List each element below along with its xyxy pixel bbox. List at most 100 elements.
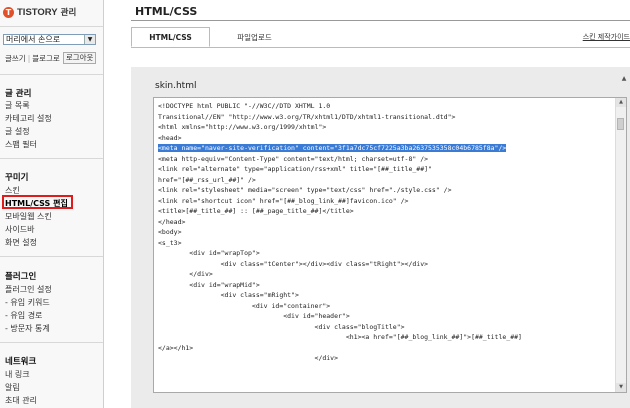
section-title-posts: 글 관리: [5, 89, 32, 99]
main-content: HTML/CSS HTML/CSS 파일업로드 스킨 제작가이드 skin.ht…: [104, 0, 630, 408]
code-line-text: Transitional//EN" "http://www.w3.org/TR/…: [158, 112, 456, 121]
sidebar-item-invite-management[interactable]: 초대 관리: [5, 395, 37, 406]
code-line[interactable]: <div class="mRight">: [158, 290, 614, 301]
code-line[interactable]: </div>: [158, 269, 614, 280]
code-line[interactable]: <link rel="alternate" type="application/…: [158, 164, 614, 175]
divider: [0, 74, 103, 75]
write-link[interactable]: 글쓰기: [5, 53, 26, 64]
scrollbar[interactable]: ▲ ▼: [615, 98, 626, 392]
code-line-text: <s_t3>: [158, 238, 182, 247]
brand-logo[interactable]: T TISTORY 관리: [3, 5, 76, 19]
code-line[interactable]: <link rel="shortcut icon" href="[##_blog…: [158, 196, 614, 207]
code-line[interactable]: Transitional//EN" "http://www.w3.org/TR/…: [158, 112, 614, 123]
code-line[interactable]: <head>: [158, 133, 614, 144]
code-text[interactable]: <!DOCTYPE html PUBLIC "-//W3C//DTD XHTML…: [158, 101, 614, 364]
code-line[interactable]: <div id="header">: [158, 311, 614, 322]
sidebar-item-inbound-referrers[interactable]: - 유입 경로: [5, 310, 42, 321]
sidebar-item-inbound-keywords[interactable]: - 유입 키워드: [5, 297, 50, 308]
code-line[interactable]: <meta http-equiv="Content-Type" content=…: [158, 154, 614, 165]
code-line[interactable]: <!DOCTYPE html PUBLIC "-//W3C//DTD XHTML…: [158, 101, 614, 112]
scroll-up-icon[interactable]: ▲: [616, 98, 626, 107]
divider: [0, 26, 103, 27]
code-line-text: </div>: [158, 270, 213, 278]
code-line-text: href="[##_rss_url_##]" />: [158, 175, 256, 184]
code-line-text: <head>: [158, 133, 182, 142]
code-line-text: <div id="wrapTop">: [158, 249, 260, 257]
tistory-logo-icon: T: [3, 6, 14, 18]
code-line-text: <meta http-equiv="Content-Type" content=…: [158, 154, 429, 163]
code-line-text: <link rel="shortcut icon" href="[##_blog…: [158, 196, 409, 205]
scroll-thumb[interactable]: [617, 118, 624, 130]
brand-sub: 관리: [60, 8, 77, 18]
code-line[interactable]: </head>: [158, 217, 614, 228]
section-title-plugins: 플러그인: [5, 272, 37, 282]
tab-bar: HTML/CSS 파일업로드 스킨 제작가이드: [131, 27, 630, 48]
sidebar-item-notifications[interactable]: 알림: [5, 382, 20, 393]
sidebar-item-screen-settings[interactable]: 화면 설정: [5, 237, 37, 248]
code-line-text: <div class="mRight">: [158, 291, 299, 299]
code-line-text: <link rel="alternate" type="application/…: [158, 165, 432, 173]
sidebar-item-post-settings[interactable]: 글 설정: [5, 126, 30, 137]
code-line-text: <html xmlns="http://www.w3.org/1999/xhtm…: [158, 123, 327, 131]
sidebar-item-category-settings[interactable]: 카테고리 설정: [5, 113, 52, 124]
logout-button[interactable]: 로그아웃: [62, 52, 97, 64]
blog-select-value: 머리에서 손으로: [6, 35, 61, 44]
sidebar-item-spam-filter[interactable]: 스팸 필터: [5, 139, 37, 150]
code-line-text: <div class="tCenter"></div><div class="t…: [158, 259, 429, 268]
code-line-text: <title>[##_title_##] :: [##_page_title_#…: [158, 207, 354, 215]
top-links: 글쓰기 | 블로그로 로그아웃: [5, 52, 97, 64]
code-line-text: <body>: [158, 228, 182, 236]
selection-highlight: [2, 195, 73, 209]
skin-guide-link[interactable]: 스킨 제작가이드: [583, 32, 630, 42]
code-line-text: <div id="container">: [158, 301, 331, 310]
code-line[interactable]: <div id="wrapMid">: [158, 280, 614, 291]
sidebar-item-mobile-skin[interactable]: 모바일웹 스킨: [5, 211, 52, 222]
page-title: HTML/CSS: [135, 5, 198, 18]
code-line-text: <link rel="stylesheet" media="screen" ty…: [158, 186, 452, 194]
divider: [0, 256, 103, 257]
code-line-text: <h1><a href="[##_blog_link_##]">[##_titl…: [158, 333, 522, 341]
code-editor[interactable]: <!DOCTYPE html PUBLIC "-//W3C//DTD XHTML…: [153, 97, 627, 393]
file-label: skin.html: [155, 81, 197, 91]
editor-panel: skin.html ▲ <!DOCTYPE html PUBLIC "-//W3…: [131, 67, 630, 408]
code-line-text: </div>: [158, 354, 339, 362]
sidebar-item-sidebar[interactable]: 사이드바: [5, 224, 34, 235]
code-line[interactable]: href="[##_rss_url_##]" />: [158, 175, 614, 186]
sidebar-item-plugin-settings[interactable]: 플러그인 설정: [5, 284, 52, 295]
separator: |: [27, 53, 31, 63]
code-line[interactable]: </a></h1>: [158, 343, 614, 354]
scroll-up-icon[interactable]: ▲: [620, 75, 628, 87]
code-line[interactable]: <h1><a href="[##_blog_link_##]">[##_titl…: [158, 332, 614, 343]
selected-code-text: <meta name="naver-site-verification" con…: [158, 144, 507, 152]
divider: [131, 20, 630, 21]
code-line[interactable]: <body>: [158, 227, 614, 238]
sidebar: T TISTORY 관리 머리에서 손으로 ▼ 글쓰기 | 블로그로 로그아웃 …: [0, 0, 104, 408]
code-line[interactable]: <title>[##_title_##] :: [##_page_title_#…: [158, 206, 614, 217]
sidebar-item-post-list[interactable]: 글 목록: [5, 100, 30, 111]
to-blog-link[interactable]: 블로그로: [32, 53, 60, 64]
code-line-text: <div id="header">: [158, 312, 350, 320]
code-line[interactable]: <s_t3>: [158, 238, 614, 249]
code-line[interactable]: <meta name="naver-site-verification" con…: [158, 143, 614, 154]
code-line[interactable]: <div class="tCenter"></div><div class="t…: [158, 259, 614, 270]
section-title-customize: 꾸미기: [5, 173, 29, 183]
sidebar-item-my-links[interactable]: 내 링크: [5, 369, 30, 380]
code-line-text: <div id="wrapMid">: [158, 280, 260, 289]
code-line-text: <!DOCTYPE html PUBLIC "-//W3C//DTD XHTML…: [158, 102, 331, 110]
code-line[interactable]: <link rel="stylesheet" media="screen" ty…: [158, 185, 614, 196]
sidebar-item-visitor-stats[interactable]: - 방문자 통계: [5, 323, 50, 334]
divider: [0, 342, 103, 343]
chevron-down-icon[interactable]: ▼: [84, 35, 95, 44]
code-line[interactable]: <div id="wrapTop">: [158, 248, 614, 259]
tab-file-upload[interactable]: 파일업로드: [227, 27, 282, 47]
code-line[interactable]: <div id="container">: [158, 301, 614, 312]
brand-name: TISTORY: [17, 6, 58, 18]
code-line-text: </head>: [158, 217, 186, 226]
tab-html-css[interactable]: HTML/CSS: [131, 27, 210, 47]
code-line[interactable]: <html xmlns="http://www.w3.org/1999/xhtm…: [158, 122, 614, 133]
code-line[interactable]: </div>: [158, 353, 614, 364]
section-title-network: 네트워크: [5, 357, 37, 367]
code-line[interactable]: <div class="blogTitle">: [158, 322, 614, 333]
scroll-down-icon[interactable]: ▼: [616, 383, 626, 392]
blog-select[interactable]: 머리에서 손으로 ▼: [3, 34, 96, 45]
